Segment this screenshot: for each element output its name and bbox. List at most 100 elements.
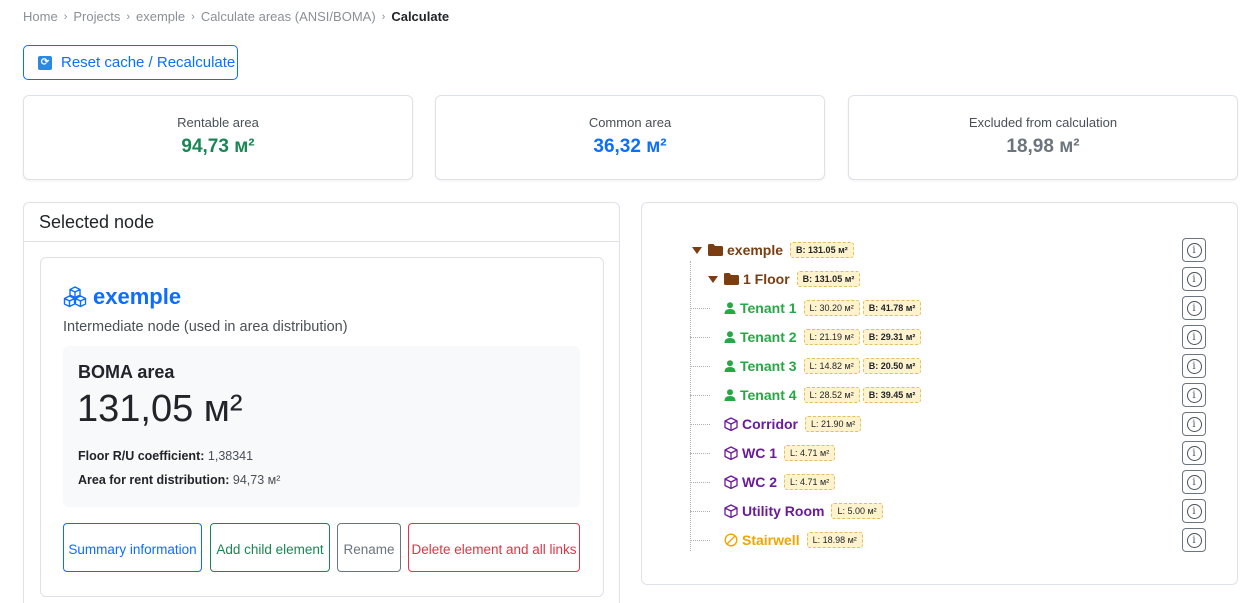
rentable-badge: L: 28.52 м² — [803, 387, 860, 403]
info-button[interactable]: i — [1182, 383, 1206, 407]
common-area-value: 36,32 м² — [593, 136, 667, 157]
tree-line — [690, 424, 710, 425]
boma-badge: B: 131.05 м² — [790, 242, 854, 258]
info-icon: i — [1186, 271, 1202, 287]
info-button[interactable]: i — [1182, 267, 1206, 291]
boma-badge: B: 20.50 м² — [862, 358, 922, 374]
rentable-area-value: 94,73 м² — [181, 136, 255, 157]
tree-node-excluded[interactable]: Stairwell L: 18.98 м² — [724, 529, 863, 551]
tree-line — [690, 308, 710, 309]
info-icon: i — [1186, 532, 1202, 548]
info-icon: i — [1186, 358, 1202, 374]
user-icon — [724, 360, 736, 372]
caret-down-icon[interactable] — [692, 246, 702, 254]
user-icon — [724, 331, 736, 343]
tree-node-label[interactable]: Utility Room — [742, 503, 824, 519]
reset-cache-button[interactable]: ⟳ Reset cache / Recalculate — [23, 45, 238, 80]
boma-badge: B: 131.05 м² — [796, 271, 861, 287]
rentable-area-label: Rentable area — [177, 115, 259, 130]
breadcrumb: Home › Projects › exemple › Calculate ar… — [23, 9, 449, 24]
tree-line — [690, 453, 710, 454]
user-icon — [724, 389, 736, 401]
tree-node-tenant[interactable]: Tenant 3 L: 14.82 м² B: 20.50 м² — [724, 355, 922, 377]
info-button[interactable]: i — [1182, 441, 1206, 465]
boma-area-box: BOMA area 131,05 м² Floor R/U coefficien… — [63, 346, 580, 507]
tree-line — [690, 511, 710, 512]
tree-node-root[interactable]: exemple B: 131.05 м² — [692, 239, 854, 261]
refresh-icon: ⟳ — [38, 55, 52, 70]
tree-node-common[interactable]: WC 1 L: 4.71 м² — [724, 442, 836, 464]
node-details-card: exemple Intermediate node (used in area … — [40, 257, 604, 597]
boma-badge: B: 41.78 м² — [862, 300, 922, 316]
rentable-badge: L: 21.19 м² — [803, 329, 860, 345]
delete-element-button[interactable]: Delete element and all links — [408, 523, 580, 572]
breadcrumb-separator: › — [126, 10, 130, 23]
info-button[interactable]: i — [1182, 412, 1206, 436]
area-tree-panel: exemple B: 131.05 м² i 1 Floor B: 131.05… — [641, 202, 1238, 585]
tree-node-common[interactable]: WC 2 L: 4.71 м² — [724, 471, 836, 493]
boma-area-value: 131,05 м² — [77, 388, 243, 430]
cubes-icon — [63, 286, 87, 308]
tree-node-tenant[interactable]: Tenant 2 L: 21.19 м² B: 29.31 м² — [724, 326, 922, 348]
tree-node-label[interactable]: Tenant 4 — [740, 387, 797, 403]
tree-line — [690, 337, 710, 338]
tree-node-label[interactable]: Corridor — [742, 416, 798, 432]
tree-line — [690, 482, 710, 483]
info-icon: i — [1186, 242, 1202, 258]
add-child-button[interactable]: Add child element — [210, 523, 330, 572]
box-icon — [724, 446, 738, 460]
tree-node-label[interactable]: WC 2 — [742, 474, 777, 490]
breadcrumb-projects[interactable]: Projects — [73, 9, 120, 24]
tree-node-label[interactable]: WC 1 — [742, 445, 777, 461]
info-button[interactable]: i — [1182, 238, 1206, 262]
selected-node-header: Selected node — [24, 203, 619, 242]
rename-button[interactable]: Rename — [337, 523, 401, 572]
tree-node-label[interactable]: Tenant 2 — [740, 329, 797, 345]
tree-node-common[interactable]: Corridor L: 21.90 м² — [724, 413, 862, 435]
info-button[interactable]: i — [1182, 354, 1206, 378]
excluded-area-card: Excluded from calculation 18,98 м² — [848, 95, 1238, 180]
ru-coefficient-label: Floor R/U coefficient: — [78, 449, 205, 463]
info-button[interactable]: i — [1182, 325, 1206, 349]
info-icon: i — [1186, 300, 1202, 316]
breadcrumb-separator: › — [381, 10, 386, 23]
info-button[interactable]: i — [1182, 499, 1206, 523]
info-button[interactable]: i — [1182, 528, 1206, 552]
selected-node-panel: Selected node exemple Intermediate node … — [23, 202, 620, 603]
node-type-description: Intermediate node (used in area distribu… — [63, 319, 348, 335]
tree-node-tenant[interactable]: Tenant 4 L: 28.52 м² B: 39.45 м² — [724, 384, 922, 406]
tree-line — [690, 261, 691, 279]
rentable-badge: L: 4.71 м² — [784, 474, 836, 490]
tree-node-label[interactable]: Tenant 1 — [740, 300, 797, 316]
info-icon: i — [1186, 503, 1202, 519]
tree-line — [690, 395, 710, 396]
tree-node-label[interactable]: Stairwell — [742, 532, 800, 548]
node-name: exemple — [93, 284, 182, 309]
caret-down-icon[interactable] — [708, 275, 718, 283]
info-icon: i — [1186, 474, 1202, 490]
breadcrumb-project[interactable]: exemple — [136, 9, 185, 24]
breadcrumb-home[interactable]: Home — [23, 9, 58, 24]
boma-area-title: BOMA area — [78, 362, 175, 382]
reset-cache-label: Reset cache / Recalculate — [61, 54, 236, 71]
tree-node-label[interactable]: 1 Floor — [743, 271, 790, 287]
tree-node-label[interactable]: Tenant 3 — [740, 358, 797, 374]
tree-line — [690, 366, 710, 367]
info-button[interactable]: i — [1182, 296, 1206, 320]
boma-badge: B: 39.45 м² — [862, 387, 922, 403]
common-area-label: Common area — [588, 115, 672, 130]
tree-node-common[interactable]: Utility Room L: 5.00 м² — [724, 500, 883, 522]
rentable-badge: L: 14.82 м² — [803, 358, 860, 374]
folder-icon — [724, 273, 739, 285]
info-button[interactable]: i — [1182, 470, 1206, 494]
box-icon — [724, 417, 738, 431]
summary-info-button[interactable]: Summary information — [63, 523, 202, 572]
rentable-badge: L: 18.98 м² — [806, 532, 863, 548]
ru-coefficient-value: 1,38341 — [207, 449, 254, 463]
breadcrumb-separator: › — [191, 10, 195, 23]
breadcrumb-calc-areas[interactable]: Calculate areas (ANSI/BOMA) — [201, 9, 376, 24]
tree-node-tenant[interactable]: Tenant 1 L: 30.20 м² B: 41.78 м² — [724, 297, 922, 319]
rentable-badge: L: 21.90 м² — [805, 416, 862, 432]
tree-node-floor[interactable]: 1 Floor B: 131.05 м² — [708, 268, 861, 290]
tree-node-label[interactable]: exemple — [727, 242, 783, 258]
